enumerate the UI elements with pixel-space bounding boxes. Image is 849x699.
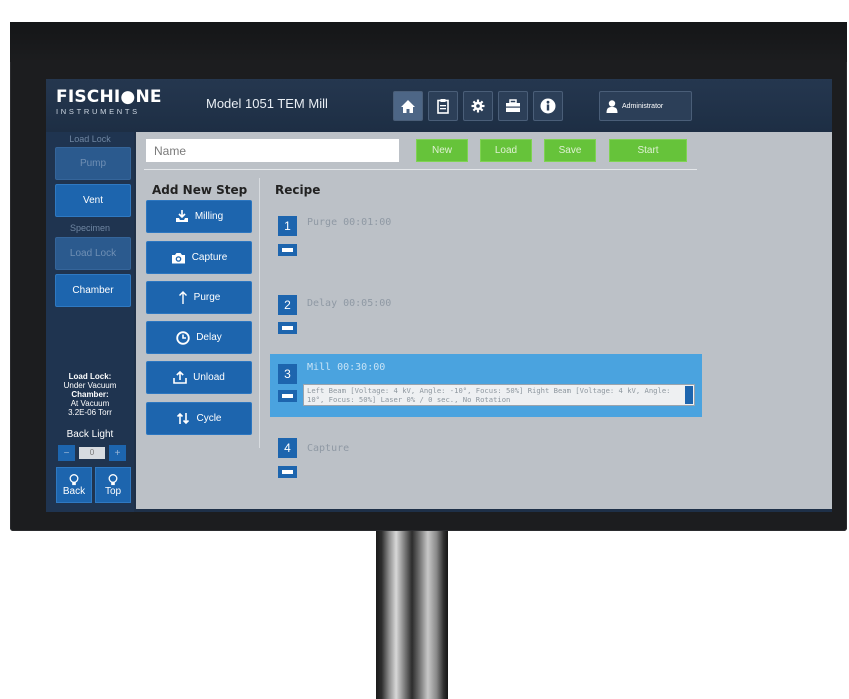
user-button[interactable]: Administrator [599,91,692,121]
bar-icon [282,326,293,330]
unload-label: Unload [193,372,225,383]
specimen-loadlock-button[interactable]: Load Lock [55,237,131,270]
recipe-step[interactable]: 4 Capture [270,434,702,484]
recipe-heading: Recipe [275,183,321,197]
clipboard-icon [437,99,449,114]
column-divider [259,178,260,448]
step-title: Delay 00:05:00 [307,298,392,309]
step-description[interactable]: Left Beam [Voltage: 4 kV, Angle: -10°, F… [303,384,695,406]
capture-label: Capture [191,252,228,263]
add-capture-button[interactable]: Capture [146,241,252,274]
bar-icon [282,394,293,398]
delay-label: Delay [196,332,222,343]
chamber-button[interactable]: Chamber [55,274,131,307]
home-icon [401,99,415,113]
step-title: Mill 00:30:00 [307,362,386,373]
backlight-decrease-button[interactable]: − [58,445,75,461]
step-title: Capture [307,443,350,454]
step-number: 3 [278,364,297,384]
info-icon [540,98,556,114]
gear-icon [471,99,485,113]
add-purge-button[interactable]: Purge [146,281,252,314]
loadlock-status-value: Under Vacuum [63,381,117,390]
camera-icon [171,252,185,263]
add-unload-button[interactable]: Unload [146,361,252,394]
toolbar-divider [144,169,697,170]
chamber-status-title: Chamber: [71,390,109,399]
add-delay-button[interactable]: Delay [146,321,252,354]
add-milling-button[interactable]: Milling [146,200,252,233]
toolbox-icon [506,99,520,112]
recipe-name-input[interactable] [146,139,399,162]
backlight-stepper: − 0 + [58,445,126,461]
bulb-icon [69,473,79,485]
brand-logo: FISCHI●NE INSTRUMENTS [56,87,162,117]
user-icon [606,99,618,113]
add-cycle-button[interactable]: Cycle [146,402,252,435]
logo-subtext: INSTRUMENTS [56,107,140,116]
sidebar: Load Lock Pump Vent Specimen Load Lock C… [46,132,134,512]
arrow-up-icon [178,290,187,304]
recipe-step-selected[interactable]: 3 Mill 00:30:00 Left Beam [Voltage: 4 kV… [270,354,702,417]
load-button[interactable]: Load [480,139,532,162]
bulb-icon [108,473,118,485]
cycle-label: Cycle [196,413,222,424]
step-description-text: Left Beam [Voltage: 4 kV, Angle: -10°, F… [307,386,671,404]
bar-icon [282,248,293,252]
chamber-pressure: 3.2E-06 Torr [68,408,112,417]
loadlock-section-label: Load Lock [69,134,111,144]
add-step-heading: Add New Step [152,183,248,197]
new-button[interactable]: New [416,139,468,162]
backlight-label: Back Light [66,429,114,440]
step-number: 1 [278,216,297,236]
info-button[interactable] [533,91,563,121]
settings-button[interactable] [463,91,493,121]
step-title: Purge 00:01:00 [307,217,392,228]
model-title: Model 1051 TEM Mill [206,96,328,111]
step-expand-button[interactable] [278,390,297,402]
screen: FISCHI●NE INSTRUMENTS Model 1051 TEM Mil… [46,79,832,512]
vent-button[interactable]: Vent [55,184,131,217]
service-button[interactable] [498,91,528,121]
home-button[interactable] [393,91,423,121]
specimen-section-label: Specimen [69,223,111,233]
step-expand-button[interactable] [278,466,297,478]
step-number: 2 [278,295,297,315]
pump-button[interactable]: Pump [55,147,131,180]
bar-icon [282,470,293,474]
milling-icon [175,210,188,222]
purge-label: Purge [193,292,221,303]
user-name: Administrator [622,102,664,110]
top-label: Top [104,485,122,497]
step-number: 4 [278,438,297,458]
main-panel: New Load Save Start Add New Step Recipe … [136,132,832,509]
save-button[interactable]: Save [544,139,596,162]
back-label: Back [62,485,86,497]
top-bar: FISCHI●NE INSTRUMENTS Model 1051 TEM Mil… [46,79,832,132]
scroll-down-button[interactable] [685,395,693,404]
loadlock-status-title: Load Lock: [68,372,112,381]
top-light-button[interactable]: Top [95,467,131,503]
recipe-step[interactable]: 1 Purge 00:01:00 [270,208,702,256]
backlight-value: 0 [79,447,105,459]
recipes-button[interactable] [428,91,458,121]
start-button[interactable]: Start [609,139,687,162]
upload-icon [173,371,187,384]
milling-label: Milling [194,211,224,222]
monitor-stand-pole [376,525,448,699]
monitor-bezel: FISCHI●NE INSTRUMENTS Model 1051 TEM Mil… [10,22,847,531]
backlight-increase-button[interactable]: + [109,445,126,461]
chamber-status-value: At Vacuum [70,399,110,408]
status-panel: Load Lock: Under Vacuum Chamber: At Vacu… [46,372,134,417]
cycle-icon [177,412,190,425]
scroll-up-button[interactable] [685,386,693,395]
step-expand-button[interactable] [278,244,297,256]
logo-text: FISCHI●NE [56,87,162,107]
recipe-step[interactable]: 2 Delay 00:05:00 [270,283,702,334]
step-expand-button[interactable] [278,322,297,334]
clock-icon [176,330,190,345]
back-light-button[interactable]: Back [56,467,92,503]
